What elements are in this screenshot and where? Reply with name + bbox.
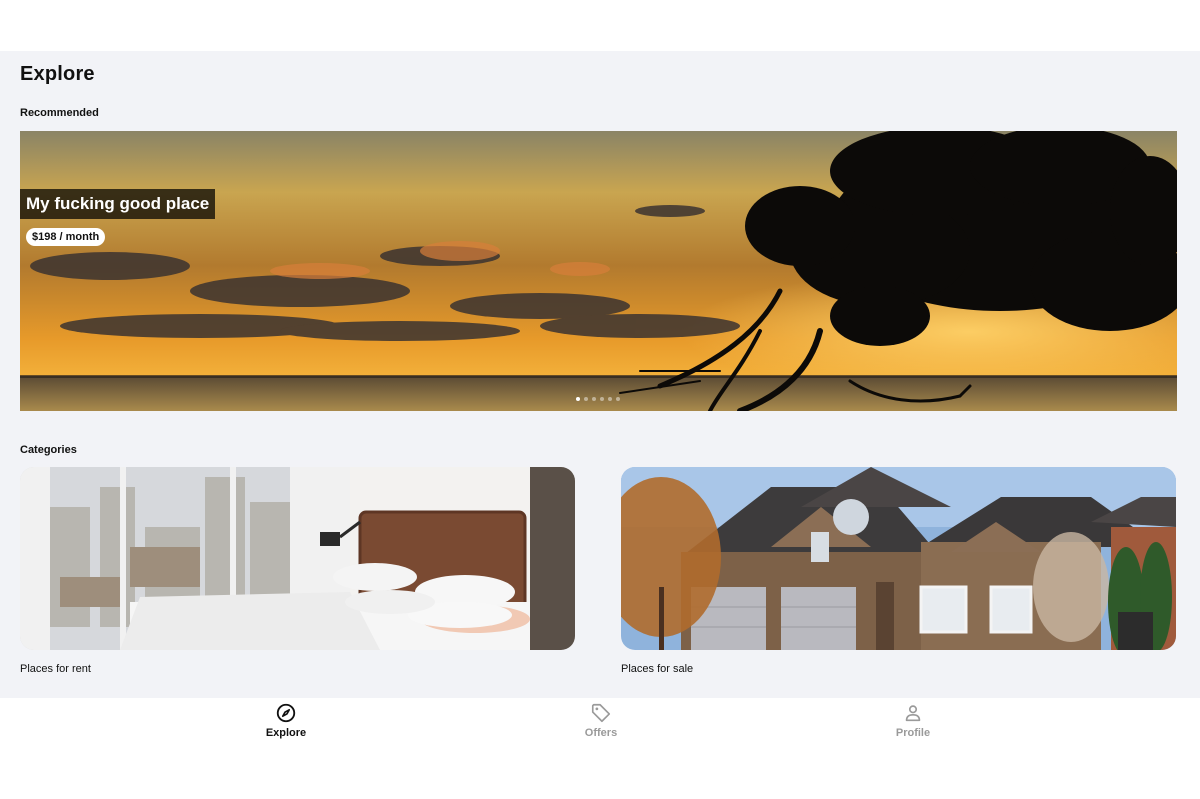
tab-profile[interactable]: Profile: [853, 702, 973, 744]
compass-icon: [276, 703, 296, 723]
carousel-dot[interactable]: [576, 397, 580, 401]
recommended-heading: Recommended: [20, 107, 99, 119]
bedroom-photo: [20, 467, 575, 650]
tab-explore[interactable]: Explore: [226, 702, 346, 744]
category-card-sale[interactable]: [621, 467, 1176, 650]
tab-label: Offers: [584, 727, 618, 739]
carousel-dot[interactable]: [600, 397, 604, 401]
house-photo: [621, 467, 1176, 650]
carousel-dot[interactable]: [616, 397, 620, 401]
carousel-dot[interactable]: [608, 397, 612, 401]
tab-offers[interactable]: Offers: [541, 702, 661, 744]
price-badge: $198 / month: [26, 228, 106, 246]
tab-label: Explore: [265, 727, 307, 739]
recommended-banner[interactable]: My fucking good place $198 / month: [20, 131, 1177, 411]
carousel-dots[interactable]: [576, 397, 620, 401]
category-label: Places for rent: [20, 663, 91, 675]
tag-icon: [591, 703, 611, 723]
explore-screen: Explore Recommended My fucking good plac…: [0, 51, 1200, 698]
carousel-dot[interactable]: [592, 397, 596, 401]
sunset-photo: [20, 131, 1177, 411]
page-title: Explore: [20, 63, 95, 85]
categories-heading: Categories: [20, 444, 77, 456]
banner-title: My fucking good place: [20, 189, 216, 219]
person-icon: [905, 705, 921, 722]
tab-label: Profile: [895, 727, 931, 739]
category-card-rent[interactable]: [20, 467, 575, 650]
carousel-dot[interactable]: [584, 397, 588, 401]
category-label: Places for sale: [621, 663, 694, 675]
bottom-tab-bar: Explore Offers Profile: [0, 698, 1200, 799]
